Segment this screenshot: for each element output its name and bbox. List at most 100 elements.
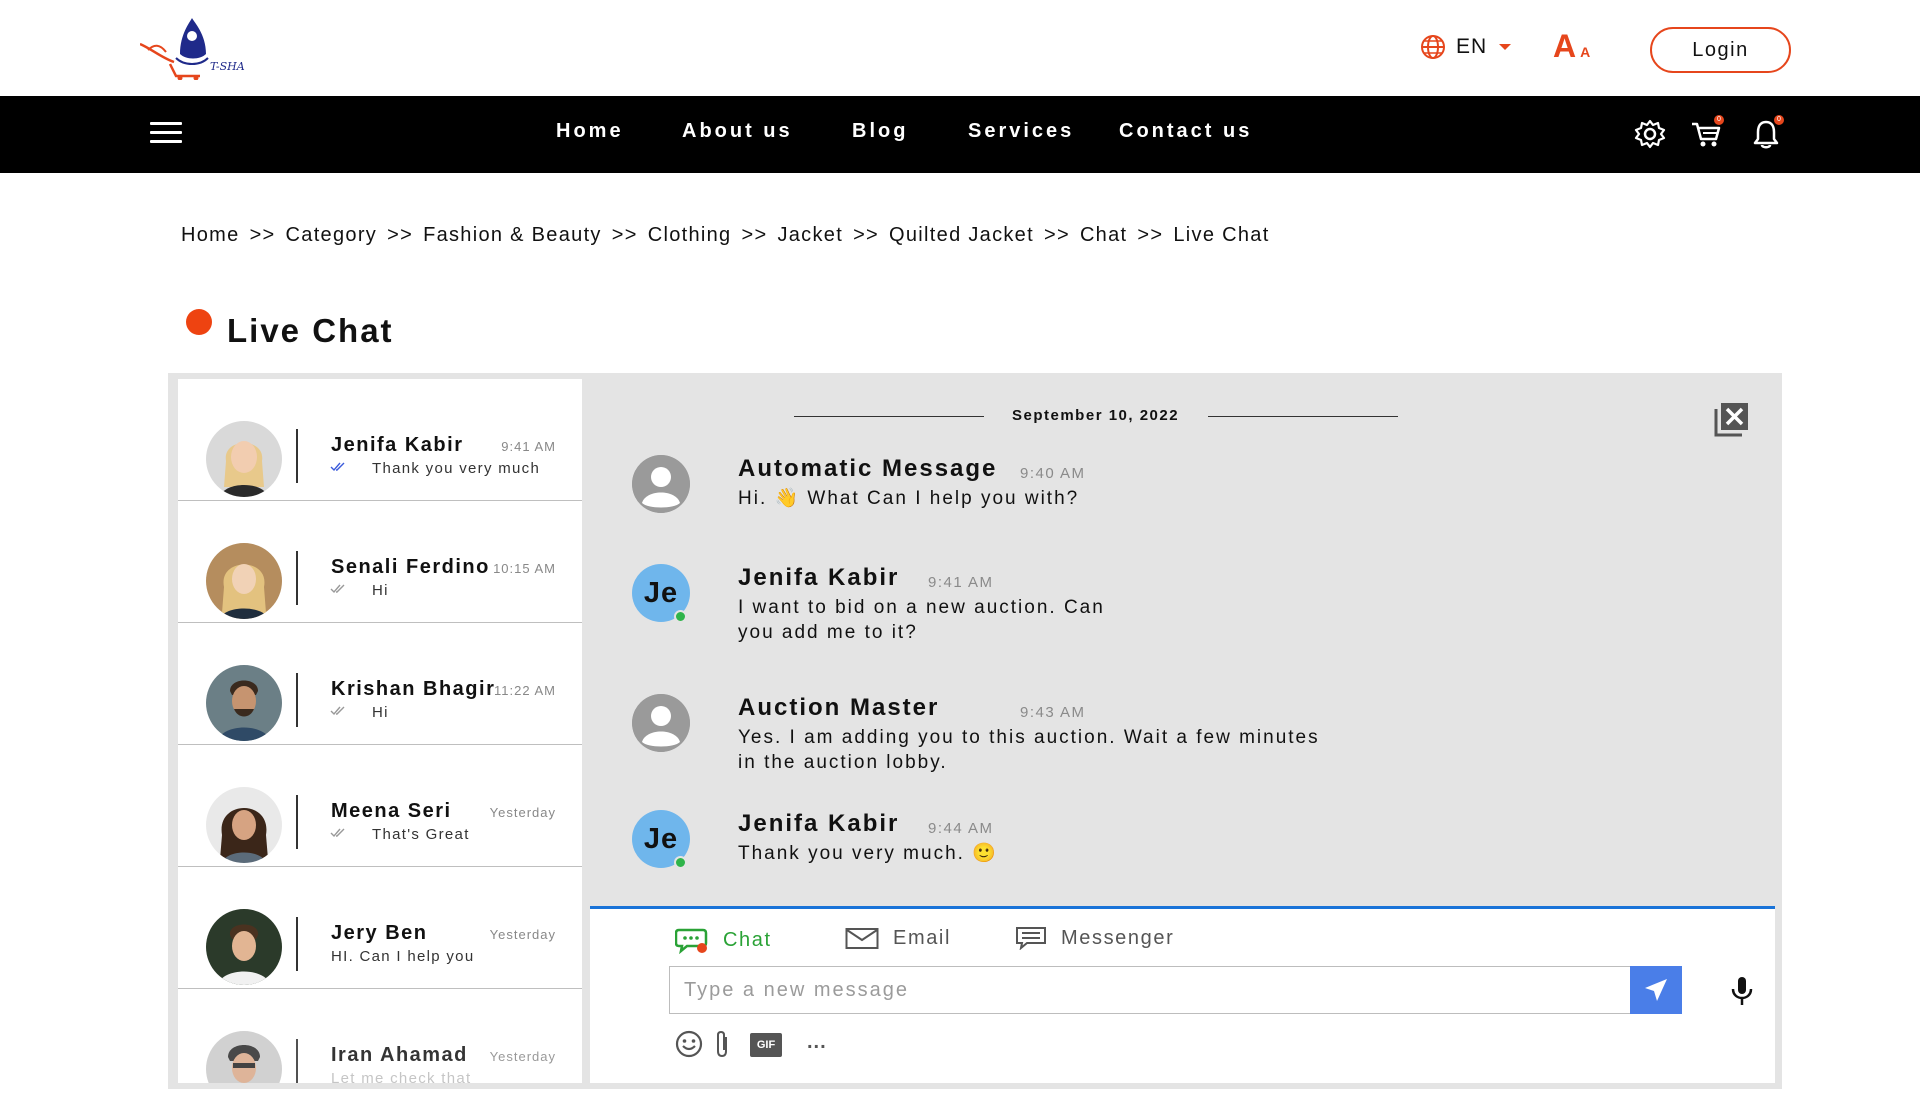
message-text: Thank you very much. 🙂 — [738, 843, 998, 864]
font-size-large[interactable]: A — [1553, 28, 1576, 64]
avatar-initials: Je — [643, 823, 679, 855]
paperclip-icon[interactable] — [712, 1029, 732, 1059]
tab-chat[interactable]: Chat — [675, 926, 772, 954]
breadcrumb-separator: >> — [249, 224, 276, 246]
language-selector[interactable]: EN — [1420, 34, 1512, 60]
contact-item[interactable]: Senali Ferdino 10:15 AM Hi — [178, 501, 582, 623]
message-time: 9:40 AM — [1020, 465, 1086, 482]
breadcrumb-jacket[interactable]: Jacket — [777, 224, 843, 246]
cart-icon[interactable]: 0 — [1690, 115, 1724, 150]
avatar — [206, 909, 282, 985]
read-receipt-icon — [330, 462, 345, 472]
live-status-dot — [186, 309, 212, 335]
send-icon — [1645, 979, 1667, 1001]
contact-name: Meena Seri — [331, 800, 452, 822]
contact-preview: That's Great — [372, 826, 470, 843]
user-placeholder-icon — [632, 694, 690, 752]
send-button[interactable] — [1630, 966, 1682, 1014]
contact-list[interactable]: Jenifa Kabir 9:41 AM Thank you very much… — [178, 379, 582, 1083]
close-icon[interactable] — [1712, 399, 1752, 439]
user-placeholder-icon — [632, 455, 690, 513]
date-divider-line — [1208, 416, 1398, 417]
envelope-icon — [845, 928, 879, 949]
more-options-icon[interactable]: ... — [807, 1031, 827, 1054]
contact-preview: Let me check that — [331, 1070, 472, 1083]
date-divider-line — [794, 416, 984, 417]
contact-name: Senali Ferdino — [331, 556, 490, 578]
contact-preview: Hi — [372, 582, 389, 599]
breadcrumb-separator: >> — [611, 224, 638, 246]
divider — [296, 551, 298, 605]
nav-blog[interactable]: Blog — [852, 120, 908, 143]
menu-icon[interactable] — [150, 122, 182, 146]
tab-messenger-label: Messenger — [1061, 926, 1175, 949]
avatar — [206, 665, 282, 741]
avatar — [206, 543, 282, 619]
avatar — [206, 1031, 282, 1083]
breadcrumb-quilted-jacket[interactable]: Quilted Jacket — [889, 224, 1034, 246]
font-size-small[interactable]: A — [1580, 44, 1590, 60]
divider — [296, 673, 298, 727]
divider — [296, 429, 298, 483]
contact-preview: Hi — [372, 704, 389, 721]
breadcrumb-separator: >> — [1137, 224, 1164, 246]
nav-services[interactable]: Services — [968, 120, 1074, 143]
message-time: 9:44 AM — [928, 820, 994, 837]
nav-about-us[interactable]: About us — [682, 120, 793, 143]
message-text: Hi. 👋 What Can I help you with? — [738, 488, 1080, 509]
breadcrumb-category[interactable]: Category — [286, 224, 378, 246]
breadcrumb-chat[interactable]: Chat — [1080, 224, 1127, 246]
nav-contact-us[interactable]: Contact us — [1119, 120, 1252, 143]
tab-email-label: Email — [893, 926, 952, 949]
contact-time: Yesterday — [489, 927, 556, 942]
message-text: I want to bid on a new auction. Can you a… — [738, 595, 1105, 645]
avatar — [206, 421, 282, 497]
gear-icon[interactable] — [1634, 118, 1666, 150]
message-input[interactable] — [669, 966, 1632, 1014]
nav-home[interactable]: Home — [556, 120, 624, 143]
online-status-dot — [674, 610, 687, 623]
read-receipt-icon — [330, 828, 345, 838]
avatar — [206, 787, 282, 863]
notification-badge: 0 — [1774, 115, 1784, 125]
contact-item[interactable]: Krishan Bhagir 11:22 AM Hi — [178, 623, 582, 745]
contact-time: 11:22 AM — [494, 683, 556, 698]
message-time: 9:41 AM — [928, 574, 994, 591]
contact-item[interactable]: Jery Ben Yesterday HI. Can I help you — [178, 867, 582, 989]
message-line: you add me to it? — [738, 622, 918, 643]
contact-item[interactable]: Iran Ahamad Yesterday Let me check that — [178, 989, 582, 1083]
message-composer: Chat Email Messenger Type a new message … — [590, 906, 1775, 1083]
message-sender: Jenifa Kabir — [738, 564, 900, 591]
gif-icon[interactable]: GIF — [750, 1033, 782, 1057]
breadcrumb-home[interactable]: Home — [181, 224, 240, 246]
contact-name: Jery Ben — [331, 922, 428, 944]
contact-item[interactable]: Meena Seri Yesterday That's Great — [178, 745, 582, 867]
breadcrumb-separator: >> — [741, 224, 768, 246]
contact-name: Krishan Bhagir — [331, 678, 496, 700]
contact-time: 10:15 AM — [493, 561, 556, 576]
breadcrumb-fashion-beauty[interactable]: Fashion & Beauty — [423, 224, 602, 246]
breadcrumb-clothing[interactable]: Clothing — [648, 224, 732, 246]
breadcrumb-separator: >> — [853, 224, 880, 246]
divider — [296, 917, 298, 971]
read-receipt-icon — [330, 706, 345, 716]
bell-icon[interactable]: 0 — [1750, 115, 1784, 150]
emoji-icon[interactable] — [674, 1029, 704, 1059]
contact-item[interactable]: Jenifa Kabir 9:41 AM Thank you very much — [178, 379, 582, 501]
avatar: Je — [632, 564, 690, 623]
message-sender: Jenifa Kabir — [738, 810, 900, 837]
chat-bubble-icon — [675, 928, 708, 954]
message-time: 9:43 AM — [1020, 704, 1086, 721]
tab-messenger[interactable]: Messenger — [1015, 926, 1174, 950]
breadcrumb-separator: >> — [1043, 224, 1070, 246]
microphone-icon[interactable] — [1728, 975, 1756, 1007]
message-icon — [1016, 927, 1046, 950]
conversation-date: September 10, 2022 — [1012, 407, 1180, 424]
contact-time: 9:41 AM — [501, 439, 556, 454]
page-title: Live Chat — [227, 312, 394, 349]
message-sender: Auction Master — [738, 694, 940, 721]
font-size-toggle[interactable]: AA — [1553, 28, 1590, 65]
language-label: EN — [1456, 35, 1488, 58]
tab-email[interactable]: Email — [845, 926, 951, 950]
login-button[interactable]: Login — [1650, 27, 1791, 73]
